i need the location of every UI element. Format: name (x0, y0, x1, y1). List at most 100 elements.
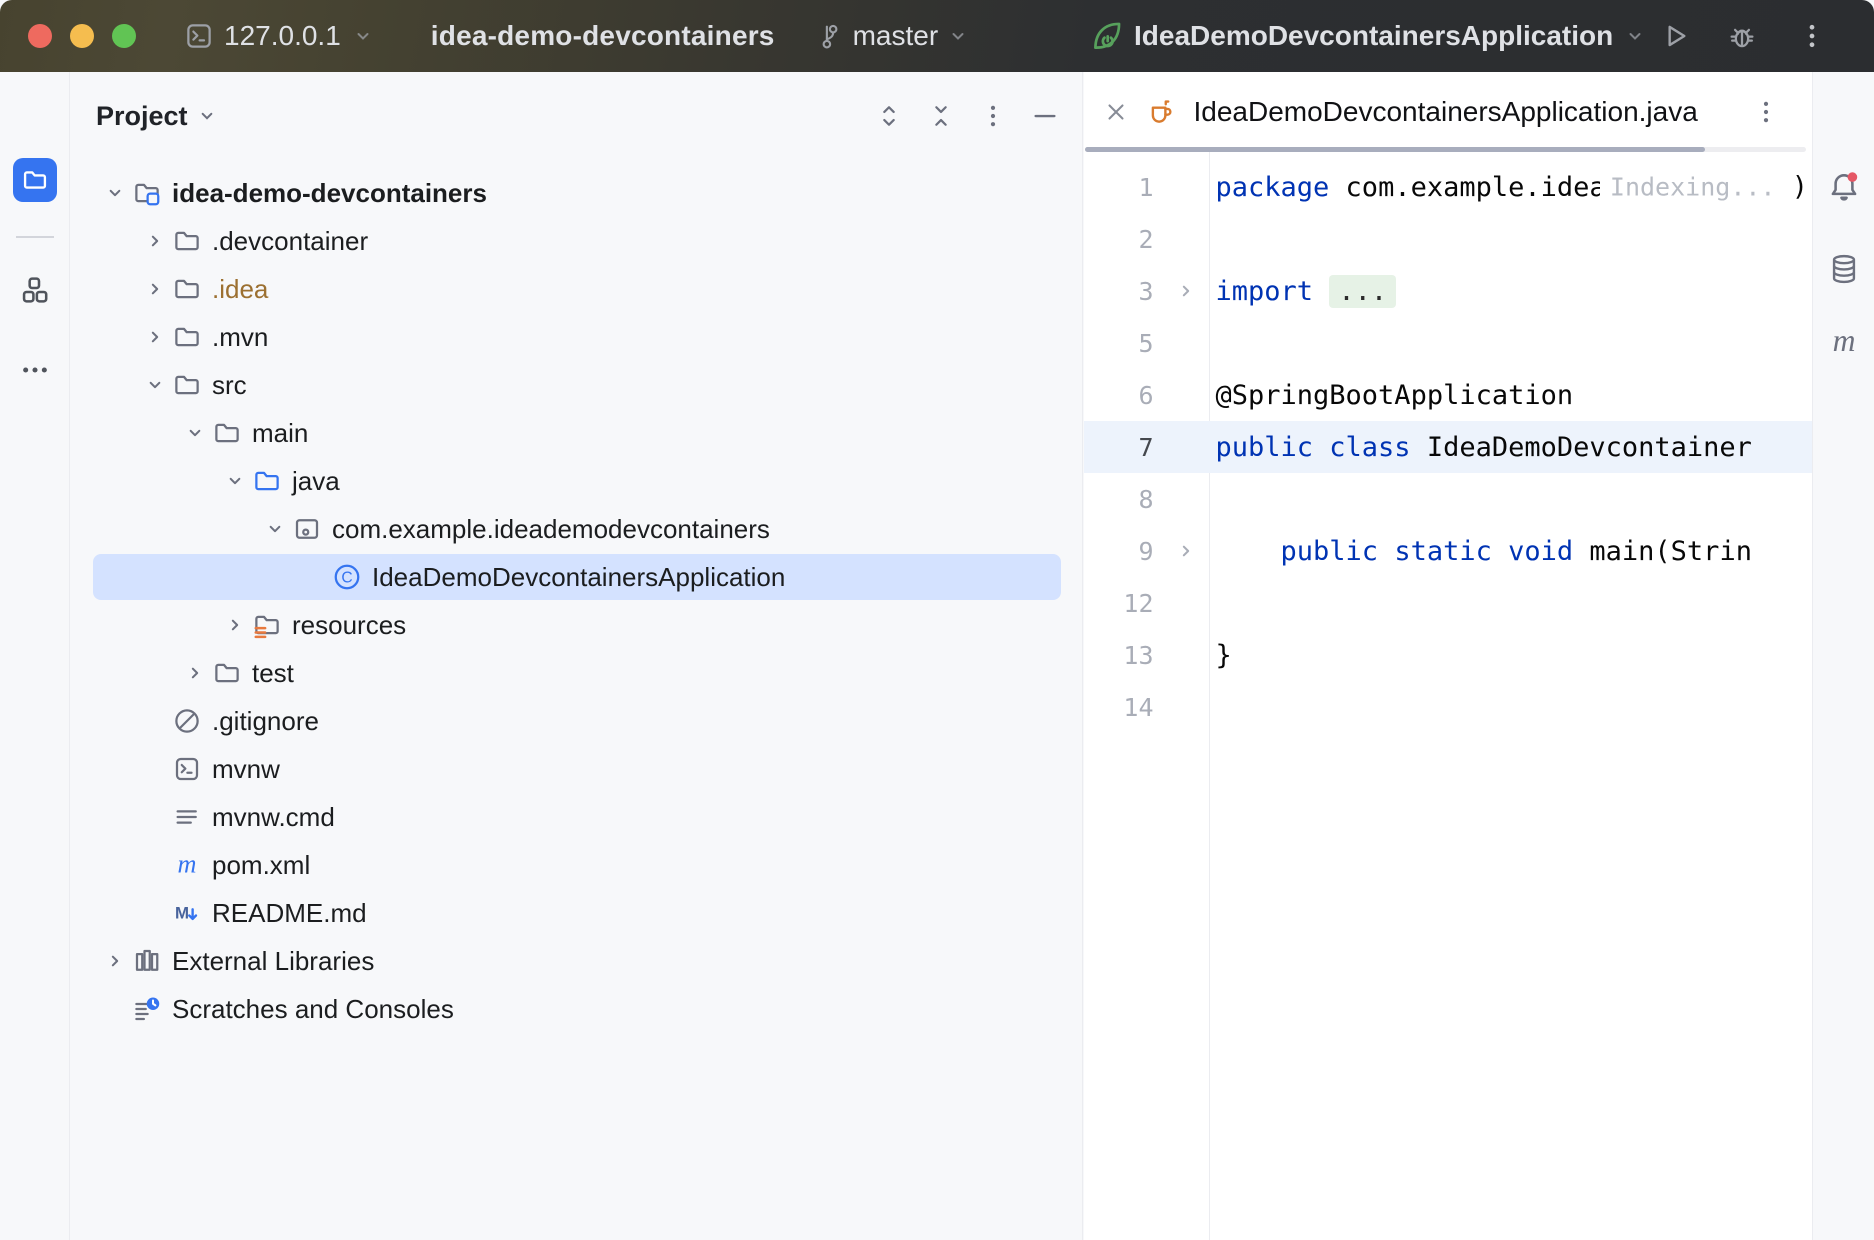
tree-row[interactable]: idea-demo-devcontainers (70, 169, 1082, 217)
chevron-right-icon[interactable] (138, 274, 172, 304)
code-text: } (1209, 640, 1232, 671)
tab-options-button[interactable] (1750, 96, 1782, 128)
tree-row[interactable]: .idea (70, 265, 1082, 313)
chevron-right-icon[interactable] (98, 946, 132, 976)
markdown-icon: M (172, 898, 202, 928)
editor-tab-bar: IdeaDemoDevcontainersApplication.java (1084, 72, 1813, 152)
code-line[interactable]: 13} (1084, 629, 1813, 681)
tree-row[interactable]: .gitignore (70, 697, 1082, 745)
editor-area: IdeaDemoDevcontainersApplication.java 1p… (1084, 72, 1813, 1240)
code-line[interactable]: 14 (1084, 681, 1813, 733)
chevron-right-icon[interactable] (218, 610, 252, 640)
tree-row[interactable]: .mvn (70, 313, 1082, 361)
indexing-inlay-hint: Indexing... ) (1600, 172, 1808, 203)
tree-row[interactable]: .devcontainer (70, 217, 1082, 265)
chevron-right-icon[interactable] (138, 226, 172, 256)
vcs-widget[interactable]: master (815, 20, 971, 52)
ignored-icon (172, 706, 202, 736)
tree-row[interactable]: mvnw (70, 745, 1082, 793)
folder-icon (212, 658, 242, 688)
collapse-all-button[interactable] (926, 101, 956, 131)
chevron-down-icon[interactable] (98, 178, 132, 208)
notification-badge (1847, 172, 1857, 182)
code-line[interactable]: 12 (1084, 577, 1813, 629)
tree-row[interactable]: M README.md (70, 889, 1082, 937)
tree-row-label: test (252, 658, 294, 689)
bug-icon (1726, 20, 1758, 52)
tree-row[interactable]: m pom.xml (70, 841, 1082, 889)
tree-row-label: mvnw (212, 754, 280, 785)
expand-all-button[interactable] (874, 101, 904, 131)
class-icon: C (332, 562, 362, 592)
project-widget[interactable]: idea-demo-devcontainers (431, 20, 775, 52)
tree-row[interactable]: resources (70, 601, 1082, 649)
database-button[interactable] (1822, 247, 1866, 291)
project-tool-button[interactable] (13, 158, 57, 202)
code-area[interactable]: 1package com.example.ideadIndexing... )2… (1084, 152, 1813, 1240)
tree-row[interactable]: test (70, 649, 1082, 697)
code-line[interactable]: 7public class IdeaDemoDevcontainer (1084, 421, 1813, 473)
project-view-selector[interactable]: Project (96, 101, 220, 132)
chevron-down-icon[interactable] (258, 514, 292, 544)
tree-row[interactable]: main (70, 409, 1082, 457)
chevron-down-icon[interactable] (178, 418, 212, 448)
tree-row[interactable]: mvnw.cmd (70, 793, 1082, 841)
line-number: 12 (1084, 589, 1209, 618)
tree-row[interactable]: External Libraries (70, 937, 1082, 985)
code-line[interactable]: 5 (1084, 317, 1813, 369)
folder-icon (172, 274, 202, 304)
chevron-right-icon[interactable] (178, 658, 212, 688)
tab-title: IdeaDemoDevcontainersApplication.java (1194, 96, 1698, 128)
tree-row[interactable]: java (70, 457, 1082, 505)
tree-row[interactable]: CIdeaDemoDevcontainersApplication (70, 553, 1082, 601)
panel-options-button[interactable] (978, 101, 1008, 131)
run-configuration-selector[interactable]: IdeaDemoDevcontainersApplication (1090, 0, 1647, 72)
editor-tab[interactable]: IdeaDemoDevcontainersApplication.java (1084, 72, 1698, 152)
code-line[interactable]: 8 (1084, 473, 1813, 525)
code-line[interactable]: 9 public static void main(Strin (1084, 525, 1813, 577)
folded-region[interactable]: ... (1329, 275, 1396, 308)
fold-chevron-icon[interactable] (1173, 278, 1199, 304)
run-button[interactable] (1655, 16, 1695, 56)
kebab-menu-icon (979, 102, 1007, 130)
chevron-down-icon[interactable] (218, 466, 252, 496)
titlebar-more-button[interactable] (1792, 16, 1832, 56)
notifications-button[interactable] (1822, 165, 1866, 209)
project-panel-title: Project (96, 101, 188, 132)
close-window-button[interactable] (28, 24, 52, 48)
chevron-right-icon[interactable] (138, 322, 172, 352)
chevron-down-icon[interactable] (138, 370, 172, 400)
tree-row-label: pom.xml (212, 850, 310, 881)
maven-icon: m (172, 850, 202, 880)
svg-text:m: m (1832, 323, 1855, 358)
fold-chevron-icon[interactable] (1173, 538, 1199, 564)
svg-text:M: M (175, 904, 189, 923)
maven-panel-button[interactable]: m (1822, 320, 1866, 364)
tree-row[interactable]: com.example.ideademodevcontainers (70, 505, 1082, 553)
minimize-window-button[interactable] (70, 24, 94, 48)
line-number: 9 (1084, 537, 1209, 566)
expand-all-icon (875, 102, 903, 130)
code-line[interactable]: 3import ... (1084, 265, 1813, 317)
run-icon (1659, 20, 1691, 52)
line-number: 5 (1084, 329, 1209, 358)
tree-row-label: README.md (212, 898, 367, 929)
more-tools-button[interactable] (13, 348, 57, 392)
code-line[interactable]: 1package com.example.ideadIndexing... ) (1084, 161, 1813, 213)
close-tab-button[interactable] (1102, 98, 1130, 126)
git-branch-icon (815, 21, 845, 51)
zoom-window-button[interactable] (112, 24, 136, 48)
remote-host-selector[interactable]: 127.0.0.1 (184, 20, 375, 52)
scratches-icon (132, 994, 162, 1024)
tree-row[interactable]: Scratches and Consoles (70, 985, 1082, 1033)
code-line[interactable]: 6@SpringBootApplication (1084, 369, 1813, 421)
svg-text:m: m (178, 850, 197, 879)
line-number: 8 (1084, 485, 1209, 514)
more-dots-icon (19, 354, 51, 386)
tree-row[interactable]: src (70, 361, 1082, 409)
hide-panel-button[interactable] (1030, 101, 1060, 131)
debug-button[interactable] (1722, 16, 1762, 56)
structure-tool-button[interactable] (13, 268, 57, 312)
chevron-down-icon (194, 103, 220, 129)
code-line[interactable]: 2 (1084, 213, 1813, 265)
